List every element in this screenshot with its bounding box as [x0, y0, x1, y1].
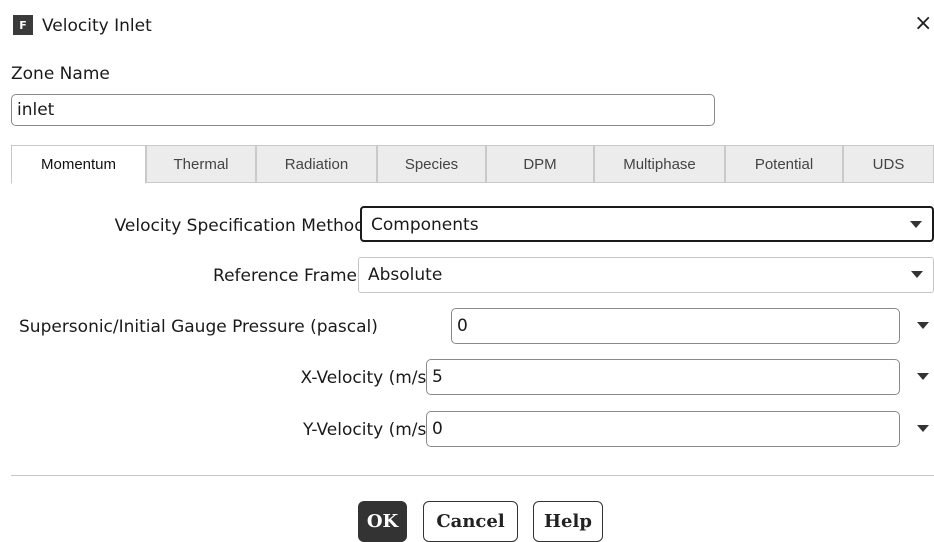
ok-button[interactable]: OK [358, 501, 407, 542]
tab-multiphase[interactable]: Multiphase [594, 145, 725, 183]
close-icon[interactable]: × [914, 12, 932, 36]
tab-bar: Momentum Thermal Radiation Species DPM M… [11, 145, 934, 185]
zone-name-label: Zone Name [11, 64, 110, 84]
zone-name-input[interactable]: inlet [11, 94, 715, 126]
gauge-pressure-input[interactable]: 0 [451, 308, 900, 344]
x-velocity-options-icon[interactable] [917, 373, 929, 380]
tab-radiation[interactable]: Radiation [256, 145, 377, 183]
tab-thermal[interactable]: Thermal [146, 145, 256, 183]
app-logo-icon: F [13, 15, 33, 35]
cancel-button[interactable]: Cancel [423, 501, 518, 542]
y-velocity-label: Y-Velocity (m/s) [302, 420, 433, 440]
y-velocity-options-icon[interactable] [917, 425, 929, 432]
tab-uds[interactable]: UDS [843, 145, 934, 183]
velocity-method-dropdown[interactable]: Components [360, 206, 934, 242]
momentum-panel: Velocity Specification Method Components… [11, 184, 934, 475]
reference-frame-dropdown[interactable]: Absolute [358, 257, 934, 293]
footer-divider [11, 475, 934, 476]
reference-frame-label: Reference Frame [213, 266, 357, 286]
y-velocity-input[interactable]: 0 [426, 411, 900, 447]
x-velocity-input[interactable]: 5 [426, 359, 900, 395]
title-bar: F Velocity Inlet × [0, 0, 934, 52]
velocity-method-value: Components [371, 215, 479, 235]
gauge-pressure-label: Supersonic/Initial Gauge Pressure (pasca… [19, 317, 378, 337]
gauge-pressure-options-icon[interactable] [917, 322, 929, 329]
tab-dpm[interactable]: DPM [486, 145, 594, 183]
tab-potential[interactable]: Potential [725, 145, 843, 183]
chevron-down-icon [910, 221, 922, 228]
chevron-down-icon [911, 271, 923, 278]
dialog-title: Velocity Inlet [42, 16, 152, 36]
tab-species[interactable]: Species [377, 145, 486, 183]
tab-momentum[interactable]: Momentum [11, 145, 146, 184]
help-button[interactable]: Help [533, 501, 603, 542]
x-velocity-label: X-Velocity (m/s) [300, 368, 433, 388]
velocity-method-label: Velocity Specification Method [114, 216, 365, 236]
reference-frame-value: Absolute [368, 265, 443, 285]
